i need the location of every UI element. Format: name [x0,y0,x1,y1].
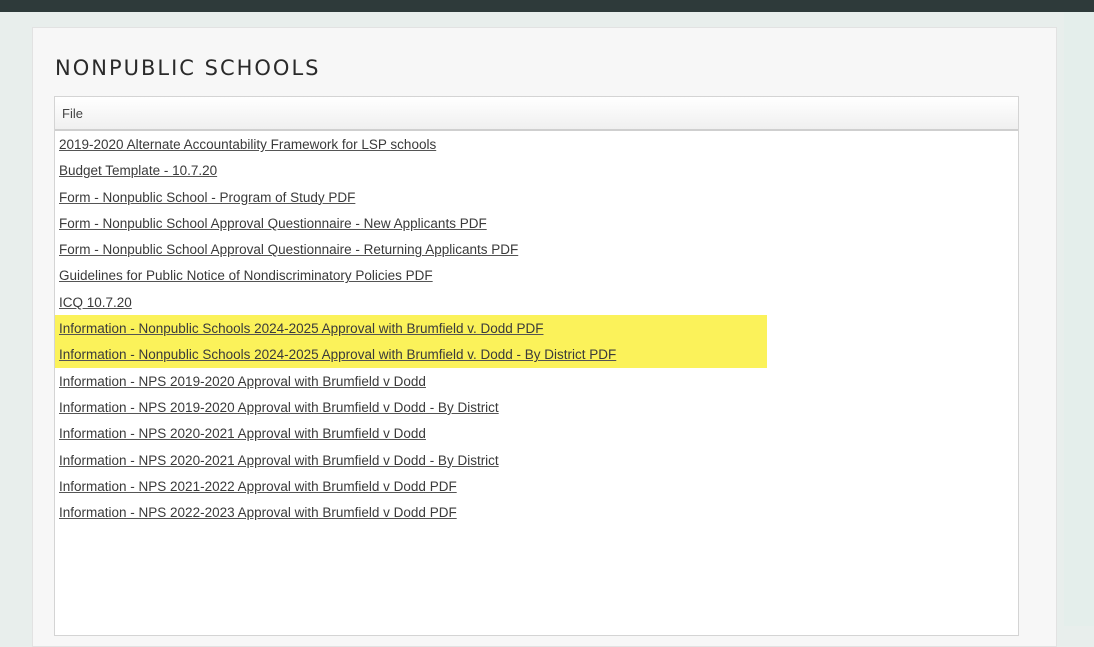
file-list: 2019-2020 Alternate Accountability Frame… [55,131,1018,525]
file-link[interactable]: Information - NPS 2020-2021 Approval wit… [59,426,426,441]
table-row: Information - NPS 2021-2022 Approval wit… [55,473,1018,499]
file-link[interactable]: Information - NPS 2019-2020 Approval wit… [59,400,499,415]
table-row: Form - Nonpublic School - Program of Stu… [55,184,1018,210]
table-row: Information - NPS 2022-2023 Approval wit… [55,499,1018,525]
top-navigation-bar [0,0,1094,12]
file-table: File 2019-2020 Alternate Accountability … [54,96,1019,636]
table-row: ICQ 10.7.20 [55,289,1018,315]
file-link[interactable]: Form - Nonpublic School - Program of Stu… [59,190,355,205]
file-link[interactable]: 2019-2020 Alternate Accountability Frame… [59,137,436,152]
table-row: Form - Nonpublic School Approval Questio… [55,210,1018,236]
table-row: Information - NPS 2019-2020 Approval wit… [55,394,1018,420]
file-link[interactable]: Information - Nonpublic Schools 2024-202… [59,321,544,336]
table-header-file[interactable]: File [55,97,1018,131]
table-row: Information - NPS 2020-2021 Approval wit… [55,447,1018,473]
file-link[interactable]: ICQ 10.7.20 [59,295,132,310]
file-link[interactable]: Information - NPS 2020-2021 Approval wit… [59,453,499,468]
table-row: Guidelines for Public Notice of Nondiscr… [55,262,1018,288]
file-link[interactable]: Form - Nonpublic School Approval Questio… [59,216,487,231]
table-row: Budget Template - 10.7.20 [55,157,1018,183]
file-link[interactable]: Budget Template - 10.7.20 [59,163,217,178]
file-link[interactable]: Information - NPS 2019-2020 Approval wit… [59,374,426,389]
page-title: NONPUBLIC SCHOOLS [55,56,321,80]
table-row: 2019-2020 Alternate Accountability Frame… [55,131,1018,157]
file-link[interactable]: Form - Nonpublic School Approval Questio… [59,242,518,257]
table-row: Information - NPS 2020-2021 Approval wit… [55,420,1018,446]
table-row: Information - Nonpublic Schools 2024-202… [55,341,767,368]
file-link[interactable]: Information - NPS 2021-2022 Approval wit… [59,479,457,494]
table-row: Form - Nonpublic School Approval Questio… [55,236,1018,262]
page-side-strip [1064,12,1094,626]
table-row: Information - NPS 2019-2020 Approval wit… [55,368,1018,394]
table-row: Information - Nonpublic Schools 2024-202… [55,315,767,342]
file-link[interactable]: Guidelines for Public Notice of Nondiscr… [59,268,433,283]
file-link[interactable]: Information - Nonpublic Schools 2024-202… [59,347,616,362]
file-link[interactable]: Information - NPS 2022-2023 Approval wit… [59,505,457,520]
